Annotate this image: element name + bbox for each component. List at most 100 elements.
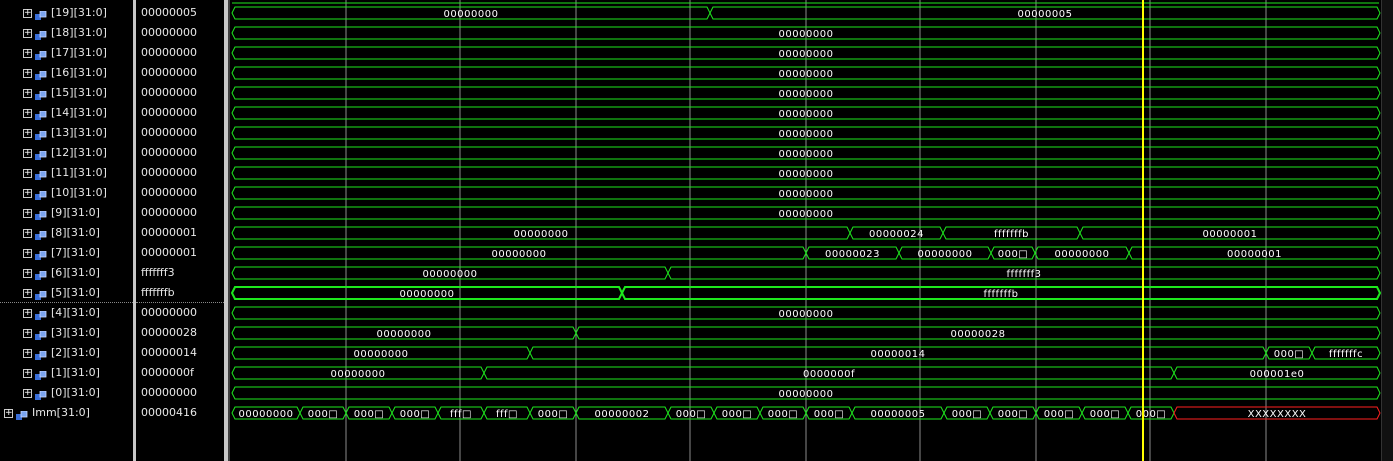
signal-row-name[interactable]: + [17][31:0] (0, 43, 133, 63)
signal-value-cell[interactable]: 00000000 (136, 383, 224, 403)
signal-value-cell[interactable]: fffffff3 (136, 263, 224, 283)
bus-segment-value: 000□ (1090, 409, 1121, 420)
bus-signal-icon (35, 148, 47, 160)
waveform-row[interactable]: 00000000 (231, 166, 1381, 180)
signal-row-name[interactable]: + [12][31:0] (0, 143, 133, 163)
signal-value-cell[interactable]: 00000000 (136, 43, 224, 63)
signal-row-name[interactable]: + Imm[31:0] (0, 403, 133, 423)
signal-value-cell[interactable]: 00000000 (136, 63, 224, 83)
signal-row-name[interactable]: + [6][31:0] (0, 263, 133, 283)
signal-row-name[interactable]: + [16][31:0] (0, 63, 133, 83)
expand-icon[interactable]: + (23, 9, 32, 18)
vertical-scrollbar[interactable] (1381, 0, 1393, 461)
signal-row-name[interactable]: + [19][31:0] (0, 3, 133, 23)
signal-row-name[interactable]: + [9][31:0] (0, 203, 133, 223)
expand-icon[interactable]: + (23, 229, 32, 238)
signal-row-name[interactable]: + [3][31:0] (0, 323, 133, 343)
bus-segment-value: fffffffc (1329, 349, 1363, 360)
waveform-row[interactable]: 00000000 (231, 106, 1381, 120)
signal-row-name[interactable]: + [8][31:0] (0, 223, 133, 243)
signal-value-cell[interactable]: 00000000 (136, 143, 224, 163)
bus-segment-value: 00000005 (871, 409, 926, 420)
signal-value-cell[interactable]: 00000000 (136, 83, 224, 103)
waveform-row[interactable]: 00000000 (231, 46, 1381, 60)
signal-value-cell[interactable]: 00000000 (136, 23, 224, 43)
signal-row-name[interactable]: + [1][31:0] (0, 363, 133, 383)
waveform-row[interactable]: 00000000 (231, 206, 1381, 220)
signal-name: [15][31:0] (51, 86, 107, 99)
signal-value-cell[interactable]: 00000028 (136, 323, 224, 343)
signal-row-name[interactable]: + [0][31:0] (0, 383, 133, 403)
signal-value-cell[interactable]: 00000416 (136, 403, 224, 423)
waveform-canvas[interactable]: 00000000 00000005 00000000 00000000 00000000… (230, 0, 1381, 461)
signal-value-cell[interactable]: 0000000f (136, 363, 224, 383)
expand-icon[interactable]: + (23, 89, 32, 98)
expand-icon[interactable]: + (23, 309, 32, 318)
signal-value-cell[interactable]: fffffffb (136, 283, 224, 303)
bus-signal-icon (35, 268, 47, 280)
expand-icon[interactable]: + (23, 49, 32, 58)
signal-row-name[interactable]: + [2][31:0] (0, 343, 133, 363)
signal-row-name[interactable]: + [14][31:0] (0, 103, 133, 123)
bus-segment-value: 00000000 (779, 149, 834, 160)
expand-icon[interactable]: + (23, 349, 32, 358)
expand-icon[interactable]: + (23, 209, 32, 218)
bus-signal-icon (35, 388, 47, 400)
signal-value-cell[interactable]: 00000005 (136, 3, 224, 23)
expand-icon[interactable]: + (23, 269, 32, 278)
expand-icon[interactable]: + (23, 129, 32, 138)
signal-value-cell[interactable]: 00000001 (136, 223, 224, 243)
waveform-row[interactable]: 00000000 (231, 146, 1381, 160)
signal-row-name[interactable]: + [7][31:0] (0, 243, 133, 263)
signal-value-cell[interactable]: 00000000 (136, 103, 224, 123)
waveform-row[interactable]: 00000000 (231, 86, 1381, 100)
signal-value-cell[interactable]: 00000000 (136, 183, 224, 203)
expand-icon[interactable]: + (4, 409, 13, 418)
signal-value: 00000001 (141, 226, 197, 239)
expand-icon[interactable]: + (23, 109, 32, 118)
waveform-row[interactable]: 00000000 0000000f 000001e0 (231, 366, 1381, 380)
signal-value: 00000000 (141, 46, 197, 59)
bus-segment-value: 00000000 (779, 69, 834, 80)
bus-segment-value: 000□ (722, 409, 753, 420)
expand-icon[interactable]: + (23, 369, 32, 378)
waveform-row[interactable]: 00000000 (231, 186, 1381, 200)
expand-icon[interactable]: + (23, 189, 32, 198)
expand-icon[interactable]: + (23, 149, 32, 158)
bus-segment-value: fffffffb (994, 229, 1029, 240)
bus-segment-value: 000□ (814, 409, 845, 420)
signal-value-cell[interactable]: 00000001 (136, 243, 224, 263)
signal-value-cell[interactable]: 00000000 (136, 163, 224, 183)
signal-value-cell[interactable]: 00000014 (136, 343, 224, 363)
expand-icon[interactable]: + (23, 69, 32, 78)
signal-row-name[interactable]: + [4][31:0] (0, 303, 133, 323)
signal-value: 00000000 (141, 166, 197, 179)
waveform-row[interactable]: 00000000 (231, 306, 1381, 320)
expand-icon[interactable]: + (23, 29, 32, 38)
bus-signal-icon (35, 348, 47, 360)
bus-segment-value: 00000000 (779, 89, 834, 100)
expand-icon[interactable]: + (23, 389, 32, 398)
waveform-row[interactable]: 00000000 (231, 126, 1381, 140)
signal-value-cell[interactable]: 00000000 (136, 203, 224, 223)
signal-row-name[interactable]: + [11][31:0] (0, 163, 133, 183)
signal-row-name[interactable]: + [10][31:0] (0, 183, 133, 203)
expand-icon[interactable]: + (23, 249, 32, 258)
signal-name: [14][31:0] (51, 106, 107, 119)
signal-row-name[interactable]: + [15][31:0] (0, 83, 133, 103)
waveform-row[interactable]: 00000000 (231, 26, 1381, 40)
signal-name: [0][31:0] (51, 386, 100, 399)
signal-row-name[interactable]: + [5][31:0] (0, 283, 133, 303)
waveform-row[interactable]: 00000000 (231, 66, 1381, 80)
signal-row-name[interactable]: + [18][31:0] (0, 23, 133, 43)
waveform-row[interactable]: 00000000 (231, 386, 1381, 400)
expand-icon[interactable]: + (23, 289, 32, 298)
bus-signal-icon (35, 168, 47, 180)
signal-value: fffffffb (141, 286, 175, 299)
expand-icon[interactable]: + (23, 329, 32, 338)
expand-icon[interactable]: + (23, 169, 32, 178)
signal-value-cell[interactable]: 00000000 (136, 303, 224, 323)
signal-row-name[interactable]: + [13][31:0] (0, 123, 133, 143)
signal-name: [16][31:0] (51, 66, 107, 79)
signal-value-cell[interactable]: 00000000 (136, 123, 224, 143)
